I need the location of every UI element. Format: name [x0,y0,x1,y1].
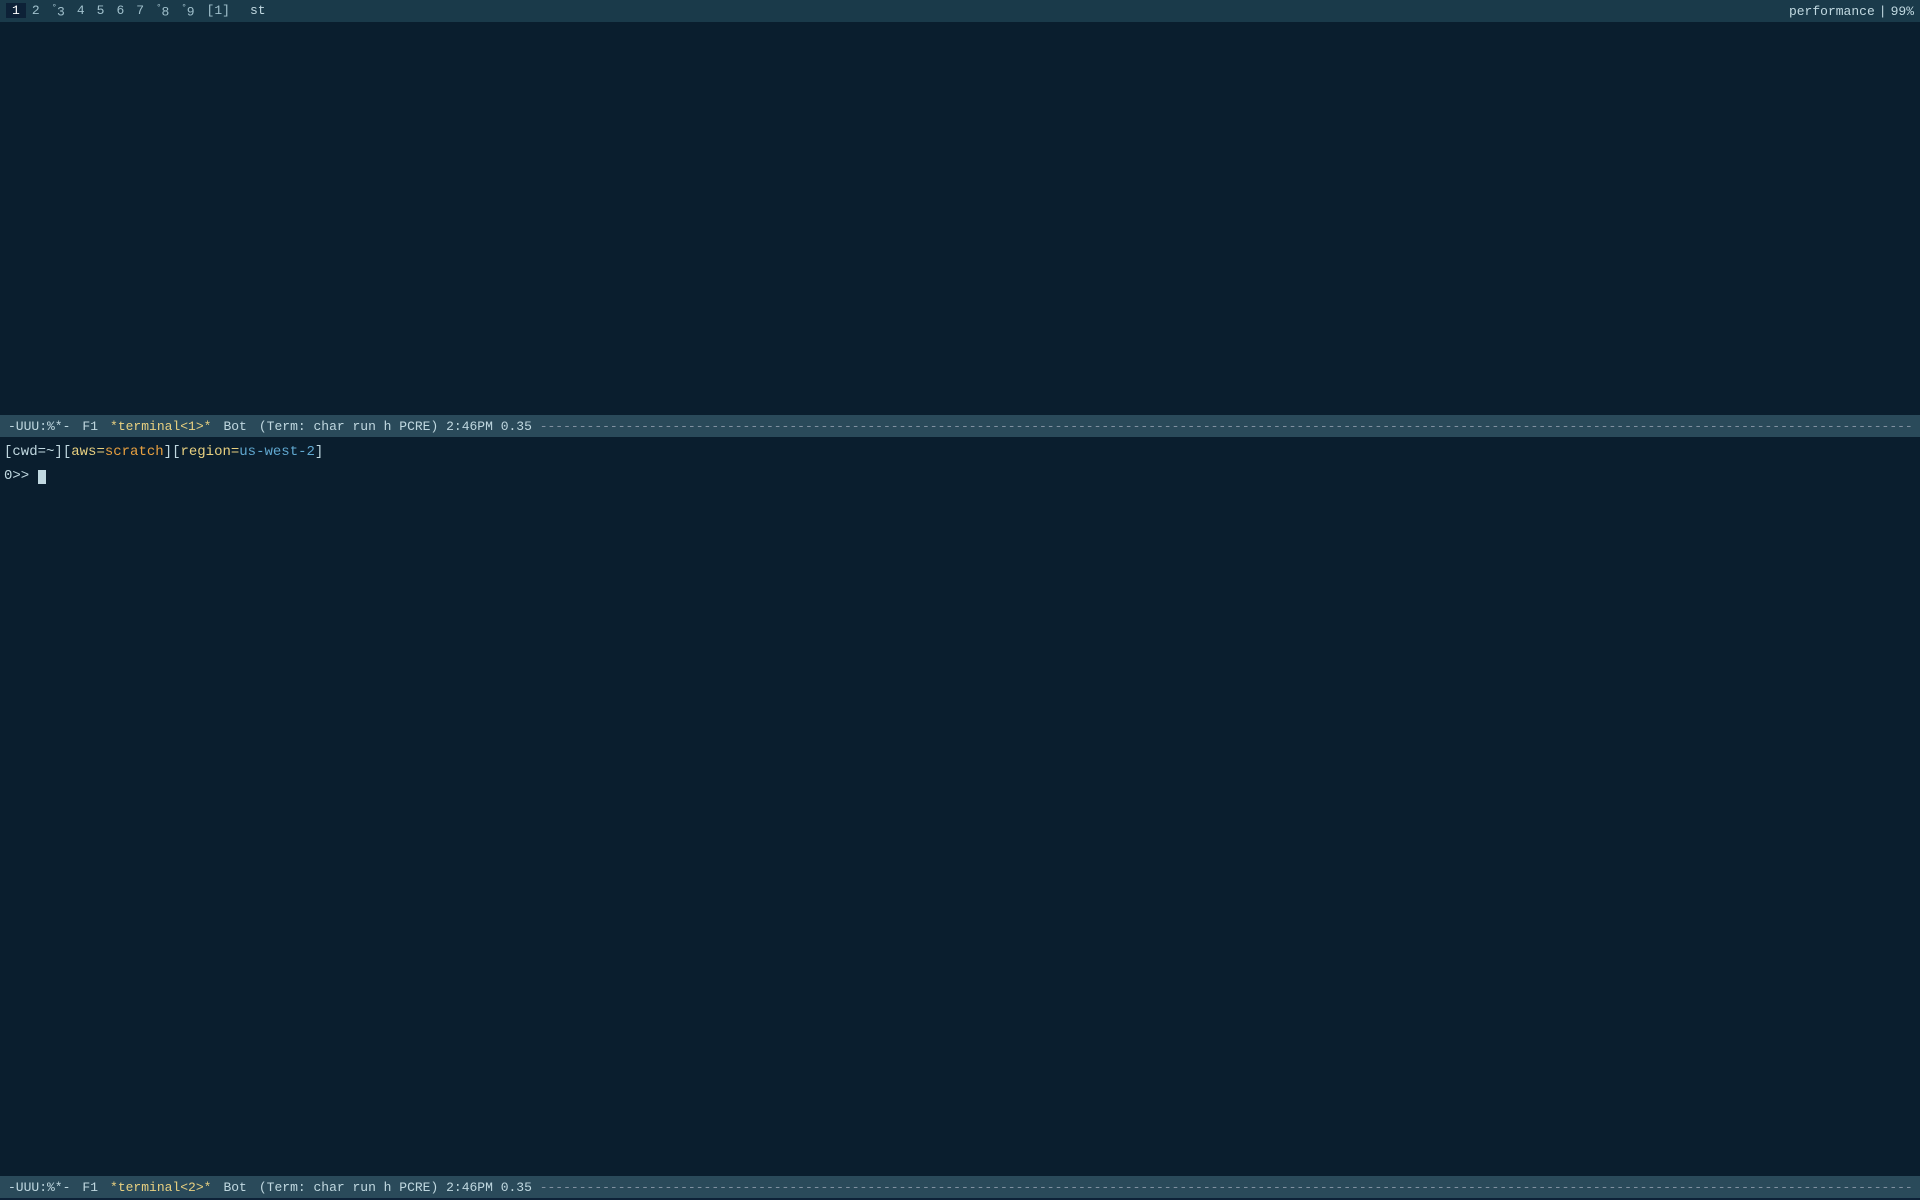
status-f1-2: F1 [82,1180,98,1195]
top-bar: 1 2 °3 4 5 6 7 °8 °9 [1] st performance … [0,0,1920,22]
separator: | [1879,4,1887,19]
bracket-open-aws: [ [63,444,71,460]
prompt-indicator: 0>> [4,468,38,484]
status-bar-1-content: -UUU:%*- F1 *terminal<1>* Bot (Term: cha… [8,419,1912,434]
status-buffer-2: *terminal<2>* [110,1180,211,1195]
bracket-close-aws: ] [164,444,172,460]
cursor [38,470,46,484]
prompt-line-1: [cwd=~][aws=scratch][region=us-west-2] [0,441,1920,465]
upper-terminal-pane[interactable] [0,22,1920,415]
status-bar-2-content: -UUU:%*- F1 *terminal<2>* Bot (Term: cha… [8,1180,1912,1195]
cwd-text: cwd=~ [12,444,54,460]
status-mode-1: -UUU:%*- [8,419,70,434]
status-bar-1-left: -UUU:%*- F1 *terminal<1>* Bot (Term: cha… [8,419,532,434]
status-pos-1: Bot [223,419,246,434]
bracket-close-region: ] [315,444,323,460]
region-key: region= [180,444,239,460]
tab-6[interactable]: 6 [110,3,130,18]
tab-5[interactable]: 5 [91,3,111,18]
status-term-1: (Term: char run h PCRE) 2:46PM 0.35 [259,419,532,434]
status-mode-2: -UUU:%*- [8,1180,70,1195]
status-dashes-1: ----------------------------------------… [532,419,1912,434]
status-dashes-2: ----------------------------------------… [532,1180,1912,1195]
lower-terminal-pane[interactable]: [cwd=~][aws=scratch][region=us-west-2] 0… [0,437,1920,1176]
status-buffer-1: *terminal<1>* [110,419,211,434]
tab-3[interactable]: °3 [46,3,71,19]
status-bar-1: -UUU:%*- F1 *terminal<1>* Bot (Term: cha… [0,415,1920,437]
tab-1[interactable]: 1 [6,3,26,18]
window-title: st [244,3,272,18]
bracket-close-cwd: ] [54,444,62,460]
status-pos-2: Bot [223,1180,246,1195]
status-bar-2-left: -UUU:%*- F1 *terminal<2>* Bot (Term: cha… [8,1180,532,1195]
region-value: us-west-2 [239,444,315,460]
tab-2[interactable]: 2 [26,3,46,18]
battery-indicator: 99% [1891,4,1914,19]
top-bar-right: performance | 99% [1789,4,1914,19]
top-bar-left: 1 2 °3 4 5 6 7 °8 °9 [1] st [6,3,272,19]
aws-key: aws= [71,444,105,460]
tab-4[interactable]: 4 [71,3,91,18]
prompt-line-2[interactable]: 0>> [0,465,1920,489]
tab-9[interactable]: °9 [175,3,200,19]
status-term-2: (Term: char run h PCRE) 2:46PM 0.35 [259,1180,532,1195]
tab-8[interactable]: °8 [150,3,175,19]
status-bar-2: -UUU:%*- F1 *terminal<2>* Bot (Term: cha… [0,1176,1920,1198]
status-f1-1: F1 [82,419,98,434]
tab-group-1[interactable]: [1] [201,3,236,18]
aws-value: scratch [105,444,164,460]
tab-7[interactable]: 7 [130,3,150,18]
performance-label: performance [1789,4,1875,19]
